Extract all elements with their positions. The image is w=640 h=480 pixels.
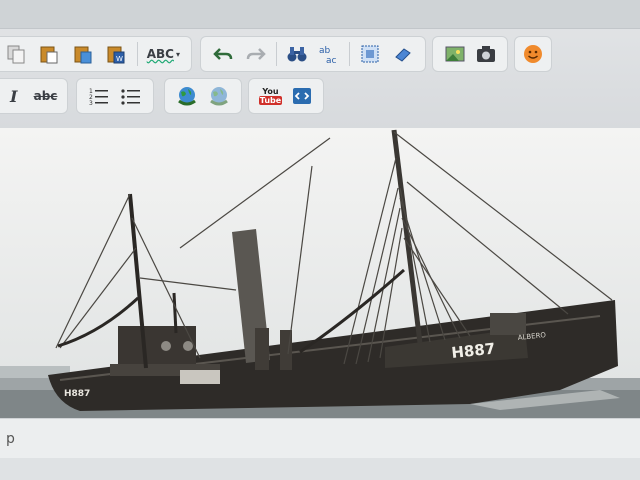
link-group bbox=[164, 78, 242, 114]
italic-icon[interactable]: I bbox=[1, 82, 28, 110]
youtube-bottom-text: Tube bbox=[258, 96, 283, 105]
edit-group: ab ac bbox=[200, 36, 426, 72]
spellcheck-label: ABC bbox=[146, 47, 174, 61]
svg-text:ac: ac bbox=[326, 56, 337, 65]
unlink-globe-icon[interactable] bbox=[205, 82, 233, 110]
youtube-icon[interactable]: You Tube bbox=[257, 82, 284, 110]
embed-group: You Tube bbox=[248, 78, 324, 114]
select-all-icon[interactable] bbox=[356, 40, 384, 68]
svg-text:ab: ab bbox=[319, 46, 331, 56]
ship-photo-drawing: H887 ALBERO H887 bbox=[0, 128, 640, 418]
undo-icon[interactable] bbox=[209, 40, 237, 68]
toolbar-top-strip bbox=[0, 0, 640, 29]
format-group: I abc bbox=[0, 78, 68, 114]
copy-icon[interactable] bbox=[1, 40, 30, 68]
editor-toolbar: W ABC ▾ ab ac I abc 1 2 3 You Tube bbox=[0, 0, 640, 128]
svg-text:W: W bbox=[116, 55, 123, 63]
eraser-icon[interactable] bbox=[389, 40, 417, 68]
bullet-list-icon[interactable] bbox=[117, 82, 145, 110]
bottom-strip bbox=[0, 458, 640, 480]
spellcheck-button[interactable]: ABC ▾ bbox=[144, 40, 183, 68]
clipboard-group: W ABC ▾ bbox=[0, 36, 192, 72]
toolbar-separator bbox=[349, 42, 351, 66]
paste-word-icon[interactable]: W bbox=[101, 40, 130, 68]
source-code-icon[interactable] bbox=[288, 82, 315, 110]
list-group: 123 bbox=[76, 78, 154, 114]
editor-status-bar: p bbox=[0, 418, 640, 459]
redo-icon[interactable] bbox=[241, 40, 269, 68]
link-globe-icon[interactable] bbox=[173, 82, 201, 110]
youtube-top-text: You bbox=[262, 87, 279, 96]
ship-photo: H887 ALBERO H887 bbox=[0, 128, 640, 418]
svg-text:I: I bbox=[9, 87, 18, 106]
bow-number-text: H887 bbox=[64, 389, 90, 399]
paste-icon[interactable] bbox=[34, 40, 63, 68]
media-group bbox=[432, 36, 508, 72]
toolbar-separator bbox=[136, 42, 138, 66]
camera-icon[interactable] bbox=[472, 40, 499, 68]
toolbar-separator bbox=[275, 42, 277, 66]
numbered-list-icon[interactable]: 123 bbox=[85, 82, 113, 110]
image-icon[interactable] bbox=[441, 40, 468, 68]
strikethrough-button[interactable]: abc bbox=[32, 82, 59, 110]
emoji-group bbox=[514, 36, 552, 72]
chevron-down-icon: ▾ bbox=[175, 49, 180, 59]
replace-icon[interactable]: ab ac bbox=[315, 40, 343, 68]
find-binoculars-icon[interactable] bbox=[283, 40, 311, 68]
emoji-smiley-icon[interactable] bbox=[520, 40, 546, 68]
strikethrough-label: abc bbox=[33, 89, 58, 103]
element-path[interactable]: p bbox=[6, 431, 15, 447]
paste-text-icon[interactable] bbox=[68, 40, 97, 68]
svg-text:3: 3 bbox=[89, 100, 93, 107]
